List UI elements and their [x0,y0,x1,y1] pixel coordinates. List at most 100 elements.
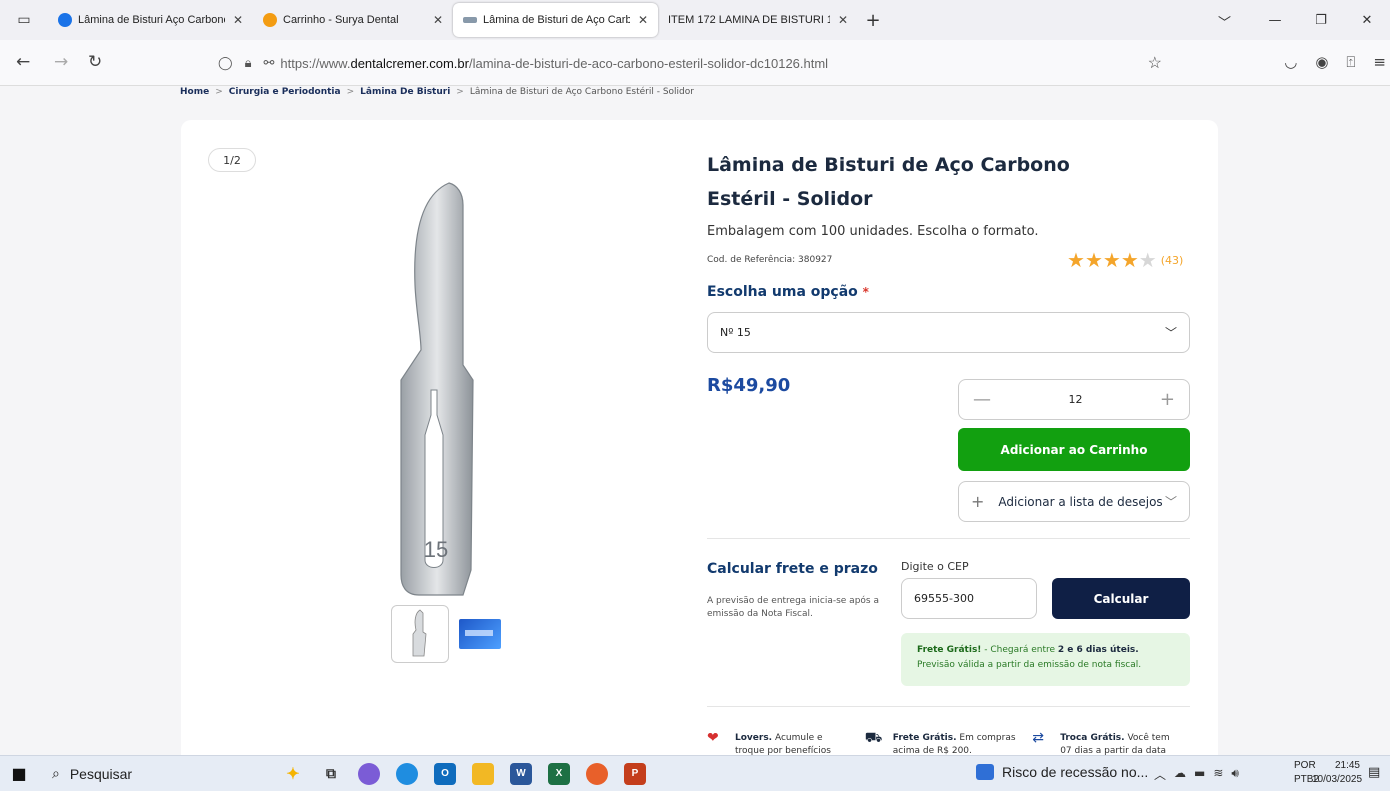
product-subtitle: Embalagem com 100 unidades. Escolha o fo… [707,224,1039,239]
close-icon[interactable]: ✕ [630,13,648,27]
package-image [459,619,501,649]
tab-lamina-bisturi[interactable]: Lâmina de Bisturi Aço Carbono ✕ [48,3,253,37]
chevron-down-icon[interactable]: ﹀ [1218,12,1231,31]
quantity-stepper[interactable]: — 12 + [958,379,1190,420]
restore-icon[interactable]: ❐ [1298,13,1344,28]
cep-input[interactable]: 69555-300 [901,578,1037,619]
calculate-shipping-button[interactable]: Calcular [1052,578,1190,619]
close-window-icon[interactable]: ✕ [1344,13,1390,28]
browser-nav-bar: ← → ↻ ◯ 🔒︎ ⚯ https://www. dentalcremer.co… [0,40,1390,86]
chevron-down-icon: ﹀ [1164,495,1177,509]
clock[interactable]: 21:45 10/03/2025 [1312,759,1363,787]
thumbnail-blade[interactable] [391,605,449,663]
close-icon[interactable]: ✕ [830,13,848,27]
powerpoint-icon[interactable]: P [624,762,646,785]
taskbar-search-label: Pesquisar [69,765,133,782]
star-full-icon: ★ [1120,248,1139,272]
tab-carrinho[interactable]: Carrinho - Surya Dental ✕ [253,3,453,37]
taskbar-apps: ✦ ⧉ O W X P [282,762,646,785]
star-full-icon: ★ [1084,248,1103,272]
pocket-icon[interactable]: ◡ [1284,53,1297,71]
add-to-wishlist-button[interactable]: + Adicionar a lista de desejos ﹀ [958,481,1190,522]
volume-icon[interactable]: 🔊︎ [1231,766,1239,783]
word-icon[interactable]: W [510,762,532,785]
tab-item-172[interactable]: ITEM 172 LAMINA DE BISTURI 15.p ✕ [658,3,858,37]
option-select[interactable]: Nº 15 ﹀ [707,312,1190,353]
chevron-down-icon: ﹀ [1164,326,1177,340]
close-icon[interactable]: ✕ [425,13,443,27]
lock-icon[interactable]: 🔒︎ [245,55,252,71]
add-to-cart-button[interactable]: Adicionar ao Carrinho [958,428,1190,471]
minus-icon[interactable]: — [973,389,991,410]
quantity-value[interactable]: 12 [1068,393,1082,406]
firefox-icon[interactable] [586,762,608,785]
menu-icon[interactable]: ≡ [1373,53,1386,71]
blade-favicon-icon [463,17,477,23]
product-title: Lâmina de Bisturi de Aço Carbono Estéril… [707,154,1070,210]
divider [707,706,1190,707]
bookmark-star-icon[interactable]: ☆ [1148,53,1162,73]
breadcrumb-subcategory[interactable]: Lâmina De Bisturi [360,87,450,97]
close-icon[interactable]: ✕ [225,13,243,27]
task-view-icon[interactable]: ⧉ [320,763,342,785]
breadcrumb-separator-icon: > [346,87,355,97]
forward-icon[interactable]: → [54,52,68,72]
free-shipping-note: Previsão válida a partir da emissão de n… [917,660,1142,670]
review-count[interactable]: (43) [1161,254,1184,267]
battery-icon[interactable]: ▬ [1194,766,1205,783]
notification-icon[interactable]: ▤ [1368,765,1380,780]
star-empty-icon: ★ [1138,248,1157,272]
free-shipping-label: Frete Grátis! [917,645,982,655]
url-prefix: https://www. [280,55,351,71]
rating-stars[interactable]: ★ ★ ★ ★ ★ (43) [1067,250,1183,270]
product-card: 1/2 15 Lâmina de Bisturi de Aço Carbono … [181,120,1218,780]
windows-start-icon[interactable]: ■ [0,764,38,783]
copilot-icon[interactable] [358,762,380,785]
url-path: /lamina-de-bisturi-de-aco-carbono-esteri… [468,55,829,71]
new-tab-button[interactable]: + [858,3,888,37]
shield-icon[interactable]: ◯ [218,55,233,71]
system-tray: ︿ ☁ ▬ ≋ 🔊︎ [1154,766,1239,783]
breadcrumb: Home > Cirurgia e Periodontia > Lâmina De Bi… [180,87,694,97]
news-widget[interactable]: Risco de recessão no... [976,764,1148,780]
perk-title: Troca Grátis. [1060,733,1125,743]
back-icon[interactable]: ← [16,52,30,72]
blade-number-label: 15 [424,537,448,562]
perk-title: Lovers. [735,733,773,743]
wifi-icon[interactable]: ≋ [1213,766,1223,783]
plus-icon[interactable]: + [1160,389,1175,410]
toolbar-icons: ◡ ◉ ⍐ ≡ [1284,53,1386,71]
address-bar[interactable]: ◯ 🔒︎ ⚯ https://www. dentalcremer.com.br/l… [212,47,1172,79]
required-marker: * [862,285,869,299]
minimize-icon[interactable]: — [1252,13,1298,28]
cep-label: Digite o CEP [901,560,969,573]
outlook-icon[interactable]: O [434,762,456,785]
star-full-icon: ★ [1067,248,1085,272]
edge-icon[interactable] [396,762,418,785]
image-pager: 1/2 [208,148,256,172]
windows-taskbar: ■ ⌕ Pesquisar ✦ ⧉ O W X P Risco de reces… [0,755,1390,791]
shipping-title: Calcular frete e prazo [707,561,878,577]
tab-active-lamina[interactable]: Lâmina de Bisturi de Aço Carbo ✕ [453,3,658,37]
product-image-blade[interactable]: 15 [391,175,491,600]
permissions-icon[interactable]: ⚯ [263,55,274,71]
plus-icon: + [971,492,985,511]
sparkle-icon[interactable]: ✦ [282,763,304,785]
file-explorer-icon[interactable] [472,762,494,785]
thumbnail-package[interactable] [451,605,509,663]
onedrive-icon[interactable]: ☁ [1174,766,1186,783]
chevron-up-icon[interactable]: ︿ [1154,766,1166,783]
breadcrumb-separator-icon: > [215,87,223,97]
breadcrumb-category[interactable]: Cirurgia e Periodontia [229,87,341,97]
tab-list-icon[interactable]: ▭ [0,0,48,40]
taskbar-search[interactable]: ⌕ Pesquisar [38,765,248,782]
breadcrumb-home[interactable]: Home [180,87,209,97]
star-full-icon: ★ [1102,248,1121,272]
option-label: Escolha uma opção * [707,284,869,300]
browser-tab-bar: ▭ Lâmina de Bisturi Aço Carbono ✕ Carrin… [0,0,1390,40]
account-icon[interactable]: ◉ [1315,53,1328,71]
excel-icon[interactable]: X [548,762,570,785]
clock-date: 10/03/2025 [1312,774,1363,785]
extensions-icon[interactable]: ⍐ [1346,53,1355,71]
reload-icon[interactable]: ↻ [88,52,102,72]
